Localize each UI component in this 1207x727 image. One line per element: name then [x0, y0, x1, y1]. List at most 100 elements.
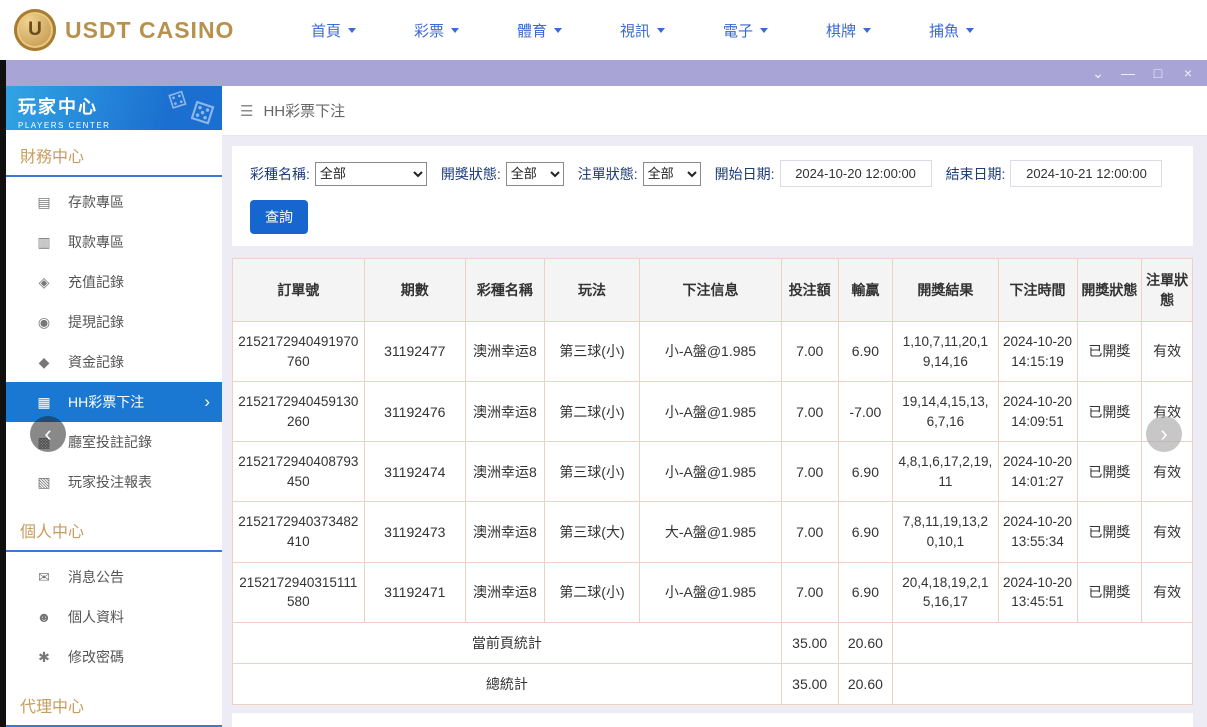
- site-logo[interactable]: U USDT CASINO: [0, 9, 230, 51]
- players-center-header: 玩家中心 PLAYERS CENTER ⚃ ⚄: [6, 86, 222, 130]
- maximize-button[interactable]: □: [1143, 60, 1173, 86]
- nav-label: 體育: [517, 20, 547, 41]
- table-cell: 第二球(小): [544, 562, 639, 622]
- col-header-draw-status: 開獎狀態: [1077, 259, 1142, 322]
- sidebar-item-recharge-record[interactable]: ◈ 充值記錄: [6, 262, 222, 302]
- sidebar-item-label: 資金記錄: [68, 352, 124, 372]
- sidebar-item-hh-lottery-bet[interactable]: ▦ HH彩票下注 ›: [6, 382, 222, 422]
- players-center-subtitle: PLAYERS CENTER: [18, 121, 210, 130]
- start-date-input[interactable]: [780, 160, 932, 187]
- nav-item-live-video[interactable]: 視訊: [591, 20, 694, 41]
- summary-empty-cell: [893, 622, 1193, 663]
- table-cell: 已開獎: [1077, 562, 1142, 622]
- sidebar-item-funds-record[interactable]: ◆ 資金記錄: [6, 342, 222, 382]
- sidebar-item-label: 廳室投註記錄: [68, 432, 152, 452]
- col-header-order-no: 訂單號: [233, 259, 365, 322]
- collapse-chevron-icon[interactable]: ⌄: [1083, 60, 1113, 86]
- chevron-down-icon: [657, 28, 665, 37]
- sidebar-item-withdraw[interactable]: ▥ 取款專區: [6, 222, 222, 262]
- chevron-down-icon: [966, 28, 974, 37]
- table-cell: 6.90: [838, 322, 893, 382]
- sidebar-item-deposit[interactable]: ▤ 存款專區: [6, 182, 222, 222]
- end-date-label: 結束日期:: [946, 164, 1006, 184]
- summary-label: 當前頁統計: [233, 622, 782, 663]
- col-header-bet-info: 下注信息: [640, 259, 782, 322]
- deposit-card-icon: ▤: [36, 194, 52, 211]
- table-row: 215217294031511158031192471澳洲幸运8第二球(小)小-…: [233, 562, 1193, 622]
- col-header-bet-time: 下注時間: [998, 259, 1077, 322]
- hamburger-icon[interactable]: ☰: [240, 102, 253, 120]
- withdraw-record-icon: ◉: [36, 314, 52, 331]
- table-body: 215217294049197076031192477澳洲幸运8第三球(小)小-…: [233, 322, 1193, 705]
- nav-label: 捕魚: [929, 20, 959, 41]
- table-cell: 7.00: [781, 562, 838, 622]
- chevron-right-icon: ›: [204, 392, 210, 412]
- table-cell: 2024-10-20 14:15:19: [998, 322, 1077, 382]
- minimize-button[interactable]: —: [1113, 60, 1143, 86]
- draw-status-select[interactable]: 全部: [506, 162, 564, 186]
- close-button[interactable]: ×: [1173, 60, 1203, 86]
- table-header-row: 訂單號 期數 彩種名稱 玩法 下注信息 投注額 輸贏 開獎結果 下注時間 開獎狀…: [233, 259, 1193, 322]
- table-cell: 大-A盤@1.985: [640, 502, 782, 562]
- carousel-prev-button[interactable]: ‹: [30, 416, 66, 452]
- nav-item-electronic[interactable]: 電子: [694, 20, 797, 41]
- chevron-down-icon: [451, 28, 459, 37]
- sidebar-item-profile[interactable]: ☻ 個人資料: [6, 597, 222, 637]
- table-cell: 澳洲幸运8: [465, 322, 544, 382]
- sidebar-item-change-password[interactable]: ✱ 修改密碼: [6, 637, 222, 677]
- carousel-next-button[interactable]: ›: [1146, 416, 1182, 452]
- nav-item-home[interactable]: 首頁: [282, 20, 385, 41]
- draw-status-label: 開獎狀態:: [441, 164, 501, 184]
- table-row: 215217294040879345031192474澳洲幸运8第三球(小)小-…: [233, 442, 1193, 502]
- table-cell: 7.00: [781, 442, 838, 502]
- sidebar-item-announcements[interactable]: ✉ 消息公告: [6, 557, 222, 597]
- sidebar-item-player-bet-report[interactable]: ▧ 玩家投注報表: [6, 462, 222, 502]
- table-cell: 2152172940373482410: [233, 502, 365, 562]
- table-cell: 澳洲幸运8: [465, 502, 544, 562]
- logo-coin-icon: U: [14, 9, 56, 51]
- table-cell: 6.90: [838, 442, 893, 502]
- sidebar-item-label: 修改密碼: [68, 647, 124, 667]
- sidebar-item-label: 充值記錄: [68, 272, 124, 292]
- search-button[interactable]: 查詢: [250, 200, 308, 234]
- table-cell: 20,4,18,19,2,15,16,17: [893, 562, 998, 622]
- nav-item-sports[interactable]: 體育: [488, 20, 591, 41]
- col-header-bet-amount: 投注額: [781, 259, 838, 322]
- table-cell: 小-A盤@1.985: [640, 382, 782, 442]
- funds-record-icon: ◆: [36, 354, 52, 371]
- summary-empty-cell: [893, 663, 1193, 704]
- table-cell: 2024-10-20 14:01:27: [998, 442, 1077, 502]
- site-header: U USDT CASINO 首頁 彩票 體育 視訊 電子 棋牌 捕魚: [0, 0, 1207, 60]
- nav-item-board-games[interactable]: 棋牌: [797, 20, 900, 41]
- table-cell: 第三球(小): [544, 442, 639, 502]
- sidebar-item-label: 提現記錄: [68, 312, 124, 332]
- finance-menu: ▤ 存款專區 ▥ 取款專區 ◈ 充值記錄 ◉ 提現記錄 ◆ 資金記錄 ▦ HH彩…: [6, 177, 222, 505]
- sidebar-item-label: 玩家投注報表: [68, 472, 152, 492]
- password-gear-icon: ✱: [36, 649, 52, 666]
- summary-win-loss-total: 20.60: [838, 663, 893, 704]
- table-cell: 第三球(小): [544, 322, 639, 382]
- bet-status-select[interactable]: 全部: [643, 162, 701, 186]
- end-date-input[interactable]: [1010, 160, 1162, 187]
- bet-table-card: 訂單號 期數 彩種名稱 玩法 下注信息 投注額 輸贏 開獎結果 下注時間 開獎狀…: [232, 258, 1193, 705]
- table-cell: 6.90: [838, 502, 893, 562]
- table-cell: 2152172940491970760: [233, 322, 365, 382]
- section-title-personal: 個人中心: [6, 505, 222, 552]
- sidebar: 玩家中心 PLAYERS CENTER ⚃ ⚄ 財務中心 ▤ 存款專區 ▥ 取款…: [6, 86, 222, 727]
- sidebar-item-label: HH彩票下注: [68, 392, 144, 412]
- breadcrumb: ☰ HH彩票下注: [222, 86, 1207, 136]
- lottery-name-select[interactable]: 全部: [315, 162, 427, 186]
- sidebar-item-label: 個人資料: [68, 607, 124, 627]
- table-cell: 2152172940408793450: [233, 442, 365, 502]
- sidebar-item-withdraw-record[interactable]: ◉ 提現記錄: [6, 302, 222, 342]
- table-cell: 2024-10-20 14:09:51: [998, 382, 1077, 442]
- table-cell: 有效: [1142, 322, 1193, 382]
- table-cell: 1,10,7,11,20,19,14,16: [893, 322, 998, 382]
- table-row: 215217294037348241031192473澳洲幸运8第三球(大)大-…: [233, 502, 1193, 562]
- withdraw-cash-icon: ▥: [36, 234, 52, 251]
- table-row: 215217294049197076031192477澳洲幸运8第三球(小)小-…: [233, 322, 1193, 382]
- nav-item-lottery[interactable]: 彩票: [385, 20, 488, 41]
- nav-item-fishing[interactable]: 捕魚: [900, 20, 1003, 41]
- nav-label: 棋牌: [826, 20, 856, 41]
- announcement-icon: ✉: [36, 569, 52, 586]
